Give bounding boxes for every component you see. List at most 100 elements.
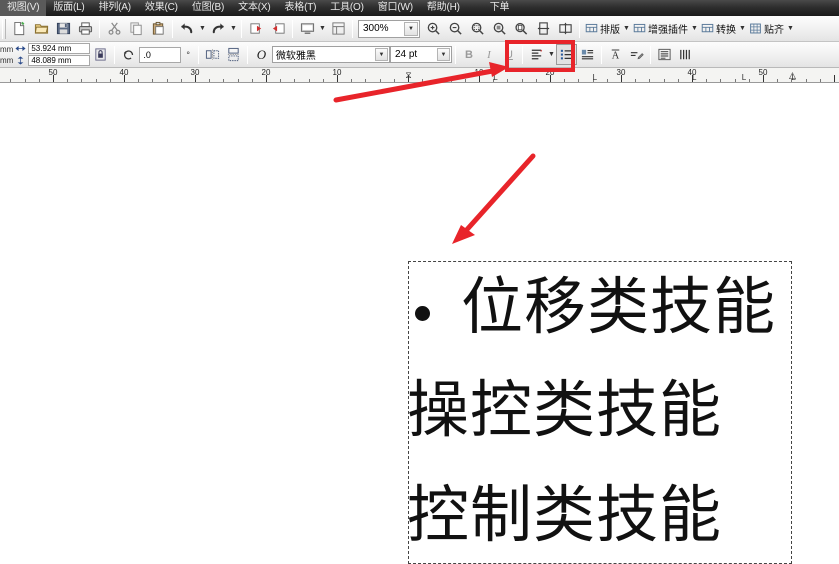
drop-cap-icon — [581, 49, 594, 60]
publish-dropdown-arrow[interactable]: ▼ — [318, 18, 327, 40]
zoom-to-all-objects-button[interactable] — [488, 18, 510, 40]
application-launcher-button[interactable] — [327, 18, 349, 40]
export-button[interactable] — [267, 18, 289, 40]
character-format-button[interactable]: A — [605, 44, 626, 65]
document-canvas[interactable]: 位移类技能 操控类技能 控制类技能 — [0, 83, 839, 564]
print-button[interactable] — [74, 18, 96, 40]
enhanced-dropdown-arrow[interactable]: ▼ — [690, 18, 699, 40]
ruler-tick — [81, 79, 83, 82]
menu-help[interactable]: 帮助(H) — [420, 0, 467, 16]
text-align-button[interactable] — [526, 44, 547, 65]
text-line-1[interactable]: 位移类技能 — [461, 276, 776, 338]
ruler-label: 10 — [332, 68, 342, 77]
underline-button[interactable]: U — [499, 45, 519, 65]
application-window: 视图(V) 版面(L) 排列(A) 效果(C) 位图(B) 文本(X) 表格(T… — [0, 0, 839, 564]
toolbar-grip[interactable] — [2, 18, 6, 39]
zoom-to-page-width-button[interactable] — [532, 18, 554, 40]
redo-button[interactable] — [207, 18, 229, 40]
ruler-tick — [393, 79, 395, 82]
font-size-combobox[interactable]: 24 pt ▼ — [389, 46, 452, 63]
ruler-tick — [138, 79, 140, 82]
menu-bar: 视图(V) 版面(L) 排列(A) 效果(C) 位图(B) 文本(X) 表格(T… — [0, 0, 839, 16]
publish-pdf-button[interactable] — [296, 18, 318, 40]
text-columns-button[interactable] — [654, 44, 675, 65]
menu-bitmaps[interactable]: 位图(B) — [185, 0, 231, 16]
menu-view[interactable]: 视图(V) — [0, 0, 47, 16]
enhanced-plugin-icon — [633, 23, 646, 33]
menu-arrange[interactable]: 排列(A) — [92, 0, 138, 16]
typeset-dropdown-arrow[interactable]: ▼ — [622, 18, 631, 40]
new-document-button[interactable] — [8, 18, 30, 40]
zoom-to-selection-button[interactable] — [466, 18, 488, 40]
italic-button[interactable]: I — [479, 45, 499, 65]
redo-dropdown-arrow[interactable]: ▼ — [229, 18, 238, 40]
bold-button[interactable]: B — [459, 45, 479, 65]
horizontal-ruler[interactable]: 50 40 30 20 10 10 20 30 40 50 L L L L L ⧖ △ — [0, 68, 839, 83]
bold-label: B — [464, 48, 473, 61]
edit-text-button[interactable] — [626, 44, 647, 65]
bullet-point-marker — [415, 306, 430, 321]
mirror-vertical-button[interactable] — [223, 44, 244, 65]
vertical-text-button[interactable] — [675, 44, 696, 65]
unit-label-height: mm — [0, 55, 14, 65]
menu-table[interactable]: 表格(T) — [278, 0, 324, 16]
ruler-label: 50 — [48, 68, 58, 77]
plugin-enhanced-button[interactable]: 增强插件 — [631, 18, 690, 40]
standard-toolbar: ▼ ▼ ▼ 300% ▼ 排版 ▼ 增强插件 ▼ 转换 ▼ 贴齐 ▼ — [0, 16, 839, 42]
bullet-list-button[interactable] — [555, 44, 577, 65]
open-document-button[interactable] — [30, 18, 52, 40]
text-align-dropdown-arrow[interactable]: ▼ — [547, 44, 556, 66]
copy-button[interactable] — [125, 18, 147, 40]
import-button[interactable] — [245, 18, 267, 40]
ruler-tick — [322, 79, 324, 82]
lock-aspect-ratio-button[interactable] — [90, 44, 111, 65]
text-line-2[interactable]: 操控类技能 — [407, 379, 722, 441]
zoom-to-page-height-button[interactable] — [554, 18, 576, 40]
chevron-down-icon[interactable]: ▼ — [436, 48, 450, 61]
object-height-field[interactable]: 48.089 mm — [28, 55, 91, 66]
ruler-tab-stop[interactable]: L — [742, 74, 746, 82]
ruler-indent-marker[interactable]: △ — [788, 69, 797, 81]
rotation-angle-field[interactable]: .0 — [139, 46, 182, 63]
menu-place-order[interactable]: 下单 — [483, 0, 517, 16]
menu-text[interactable]: 文本(X) — [231, 0, 277, 16]
ruler-label: 30 — [616, 68, 626, 77]
text-line-3[interactable]: 控制类技能 — [407, 484, 722, 546]
mirror-horizontal-icon — [205, 49, 219, 60]
plugin-typeset-button[interactable]: 排版 — [583, 18, 622, 40]
snap-dropdown-arrow[interactable]: ▼ — [786, 18, 795, 40]
convert-dropdown-arrow[interactable]: ▼ — [738, 18, 747, 40]
height-arrow-icon — [17, 56, 24, 65]
menu-effects[interactable]: 效果(C) — [138, 0, 185, 16]
drop-cap-button[interactable] — [577, 44, 598, 65]
ruler-tick — [379, 79, 381, 82]
ruler-tab-stop[interactable]: L — [593, 74, 597, 82]
toolbar-separator — [292, 19, 293, 38]
cut-button[interactable] — [103, 18, 125, 40]
ruler-label: 20 — [261, 68, 271, 77]
zoom-to-page-button[interactable] — [510, 18, 532, 40]
plugin-snap-button[interactable]: 贴齐 — [747, 18, 786, 40]
undo-dropdown-arrow[interactable]: ▼ — [198, 18, 207, 40]
paragraph-text-frame[interactable]: 位移类技能 操控类技能 控制类技能 — [407, 261, 792, 564]
menu-tools[interactable]: 工具(O) — [323, 0, 370, 16]
mirror-horizontal-button[interactable] — [202, 44, 223, 65]
plugin-convert-button[interactable]: 转换 — [699, 18, 738, 40]
zoom-out-button[interactable] — [444, 18, 466, 40]
chevron-down-icon[interactable]: ▼ — [404, 21, 418, 36]
font-icon: O — [256, 46, 267, 62]
zoom-level-combobox[interactable]: 300% ▼ — [358, 19, 420, 38]
zoom-in-button[interactable] — [422, 18, 444, 40]
ruler-tab-stop[interactable]: L — [692, 74, 696, 82]
ruler-indent-marker[interactable]: ⧖ — [404, 69, 413, 81]
save-document-button[interactable] — [52, 18, 74, 40]
menu-layout[interactable]: 版面(L) — [46, 0, 91, 16]
paste-button[interactable] — [147, 18, 169, 40]
font-family-combobox[interactable]: 微软雅黑 ▼ — [271, 46, 390, 63]
ruler-label: 40 — [119, 68, 129, 77]
ruler-tab-stop[interactable]: L — [493, 74, 497, 82]
chevron-down-icon[interactable]: ▼ — [374, 48, 388, 61]
menu-window[interactable]: 窗口(W) — [371, 0, 420, 16]
undo-button[interactable] — [176, 18, 198, 40]
object-width-field[interactable]: 53.924 mm — [28, 43, 91, 54]
